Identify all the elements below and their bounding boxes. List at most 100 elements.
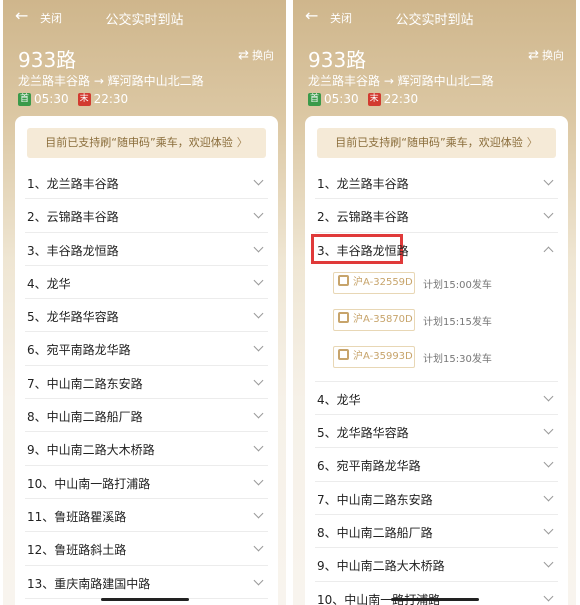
chevron-down-icon — [253, 342, 264, 352]
bus-icon — [338, 274, 349, 286]
stop-item[interactable]: 10、中山南一路打浦路 — [25, 466, 268, 499]
chevron-down-icon — [253, 541, 264, 552]
departure-schedule: 计划15:00发车 — [423, 279, 492, 291]
last-bus-badge: 末 — [367, 92, 381, 106]
route-number: 933路 — [308, 48, 367, 72]
bus-icon — [338, 311, 349, 323]
stop-item[interactable]: 13、重庆南路建国中路 — [25, 566, 268, 599]
vehicle-plate: 沪A-35993D — [333, 345, 415, 368]
stop-item[interactable]: 9、中山南二路大木桥路 — [315, 548, 558, 582]
swap-icon: ⇄ — [238, 48, 249, 63]
switch-label: 换向 — [252, 49, 274, 62]
stop-label: 4、龙华 — [27, 276, 71, 291]
stop-item[interactable]: 10、中山南一路打浦路 — [315, 582, 558, 605]
stop-label: 9、中山南二路大木桥路 — [317, 559, 445, 574]
chevron-right-icon: 〉 — [526, 136, 538, 149]
route-number: 933路 — [18, 48, 77, 72]
notice-text: 目前已支持刷“随申码”乘车，欢迎体验 — [45, 136, 233, 149]
expanded-stop-item: 3、丰谷路龙恒路 沪A-32559D 计划15:00发车 沪A-35870D 计… — [311, 233, 558, 382]
chevron-up-icon — [543, 246, 554, 257]
home-indicator[interactable] — [390, 598, 479, 601]
route-direction: 龙兰路丰谷路 → 辉河路中山北二路 — [308, 74, 494, 88]
swap-icon: ⇄ — [528, 48, 539, 63]
stop-label: 8、中山南二路船厂路 — [27, 410, 143, 425]
chevron-down-icon — [543, 524, 554, 535]
stop-item[interactable]: 3、丰谷路龙恒路 — [25, 233, 268, 266]
home-indicator[interactable] — [100, 598, 189, 601]
stop-item[interactable]: 5、龙华路华容路 — [315, 415, 558, 449]
stop-label: 1、龙兰路丰谷路 — [317, 177, 409, 191]
vehicle-plate: 沪A-35870D — [333, 308, 415, 331]
stop-item[interactable]: 8、中山南二路船厂路 — [315, 515, 558, 549]
route-direction: 龙兰路丰谷路 → 辉河路中山北二路 — [18, 74, 204, 88]
service-times: 首 05:30 末 22:30 — [18, 92, 128, 106]
stop-label: 7、中山南二路东安路 — [317, 492, 433, 507]
stop-label: 5、龙华路华容路 — [27, 310, 119, 325]
last-bus-time: 22:30 — [93, 92, 129, 106]
vehicle-row: 沪A-35870D 计划15:15发车 — [315, 303, 558, 340]
notice-banner[interactable]: 目前已支持刷“随申码”乘车，欢迎体验〉 — [27, 128, 266, 158]
chevron-down-icon — [253, 508, 264, 519]
stop-item[interactable]: 11、鲁班路瞿溪路 — [25, 499, 268, 533]
bus-icon — [338, 348, 349, 360]
chevron-down-icon — [253, 175, 264, 186]
last-bus-time: 22:30 — [383, 92, 419, 106]
stop-item[interactable]: 7、中山南二路东安路 — [315, 482, 558, 516]
chevron-down-icon — [253, 441, 264, 452]
stop-label: 12、鲁班路斜土路 — [27, 543, 127, 558]
stop-item[interactable]: 9、中山南二路大木桥路 — [25, 432, 268, 466]
service-times: 首 05:30 末 22:30 — [308, 92, 418, 106]
chevron-down-icon — [543, 491, 554, 502]
notice-banner[interactable]: 目前已支持刷“随申码”乘车，欢迎体验〉 — [317, 128, 556, 158]
departure-schedule: 计划15:15发车 — [423, 316, 492, 328]
stop-item-expanded[interactable]: 3、丰谷路龙恒路 — [311, 233, 558, 266]
first-bus-badge: 首 — [308, 92, 321, 106]
chevron-down-icon — [543, 557, 554, 568]
notice-text: 目前已支持刷“随申码”乘车，欢迎体验 — [335, 136, 523, 149]
stop-item[interactable]: 12、鲁班路斜土路 — [25, 532, 268, 566]
stop-item[interactable]: 7、中山南二路东安路 — [25, 366, 268, 400]
stop-label: 11、鲁班路瞿溪路 — [27, 509, 127, 524]
switch-label: 换向 — [542, 49, 564, 62]
stop-label: 10、中山南一路打浦路 — [27, 476, 151, 491]
stop-label: 7、中山南二路东安路 — [27, 376, 143, 391]
plate-text: 沪A-35993D — [353, 350, 413, 362]
chevron-right-icon: 〉 — [236, 136, 248, 149]
stop-list-card: 目前已支持刷“随申码”乘车，欢迎体验〉 1、龙兰路丰谷路 2、云锦路丰谷路 3、… — [15, 116, 278, 605]
stop-label: 4、龙华 — [317, 392, 361, 407]
vehicle-row: 沪A-35993D 计划15:30发车 — [315, 340, 558, 377]
stop-label: 6、宛平南路龙华路 — [27, 343, 131, 358]
first-bus-time: 05:30 — [34, 92, 69, 106]
stop-item[interactable]: 6、宛平南路龙华路 — [25, 332, 268, 366]
stop-item[interactable]: 2、云锦路丰谷路 — [315, 199, 558, 233]
stop-list: 1、龙兰路丰谷路 2、云锦路丰谷路 3、丰谷路龙恒路 沪A-32559D 计划1… — [305, 166, 568, 605]
stop-item[interactable]: 4、龙华 — [25, 266, 268, 300]
stop-item[interactable]: 1、龙兰路丰谷路 — [315, 166, 558, 200]
stop-item[interactable]: 1、龙兰路丰谷路 — [25, 166, 268, 200]
chevron-down-icon — [253, 242, 264, 253]
stop-item[interactable]: 2、云锦路丰谷路 — [25, 199, 268, 233]
switch-direction-button[interactable]: ⇄ 换向 — [238, 47, 274, 63]
switch-direction-button[interactable]: ⇄ 换向 — [528, 47, 564, 63]
chevron-down-icon — [253, 375, 264, 386]
stop-item[interactable]: 8、中山南二路船厂路 — [25, 399, 268, 433]
stop-label: 8、中山南二路船厂路 — [317, 526, 433, 541]
stop-list-card: 目前已支持刷“随申码”乘车，欢迎体验〉 1、龙兰路丰谷路 2、云锦路丰谷路 3、… — [305, 116, 568, 605]
stop-item[interactable]: 4、龙华 — [315, 382, 558, 416]
stop-label: 3、丰谷路龙恒路 — [317, 243, 409, 258]
stop-item[interactable]: 5、龙华路华容路 — [25, 299, 268, 333]
stop-item[interactable]: 6、宛平南路龙华路 — [315, 448, 558, 482]
stop-list: 1、龙兰路丰谷路 2、云锦路丰谷路 3、丰谷路龙恒路 4、龙华 5、龙华路华容路… — [15, 166, 278, 599]
left-screen: ← 关闭 公交实时到站 933路 ⇄ 换向 龙兰路丰谷路 → 辉河路中山北二路 首… — [3, 0, 286, 605]
page-title: 公交实时到站 — [395, 13, 474, 28]
stop-label: 13、重庆南路建国中路 — [27, 576, 151, 591]
chevron-down-icon — [253, 408, 264, 419]
chevron-down-icon — [253, 308, 264, 319]
stop-label: 2、云锦路丰谷路 — [27, 210, 119, 225]
plate-text: 沪A-35870D — [353, 313, 413, 325]
last-bus-badge: 末 — [77, 92, 91, 106]
first-bus-badge: 首 — [18, 92, 31, 106]
chevron-down-icon — [253, 475, 264, 486]
chevron-down-icon — [543, 591, 554, 602]
stop-label: 9、中山南二路大木桥路 — [27, 443, 155, 458]
